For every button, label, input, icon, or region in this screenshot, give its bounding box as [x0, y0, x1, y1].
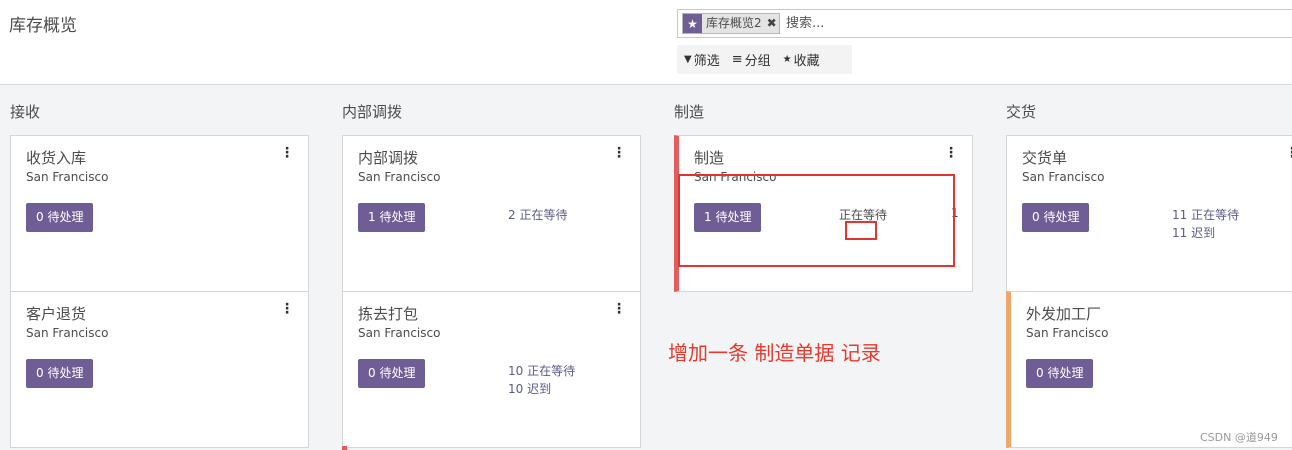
filter-label: 筛选	[693, 54, 720, 69]
favorites-button[interactable]: ★ 收藏	[776, 50, 825, 69]
card-accent-strip	[342, 446, 347, 450]
filter-icon: ▼	[684, 54, 692, 65]
search-input[interactable]	[786, 12, 1086, 35]
search-options: ▼ 筛选 ≡ 分组 ★ 收藏	[677, 45, 852, 74]
operation-card[interactable]: 外发加工厂 San Francisco ⋮ 0 待处理	[1006, 291, 1292, 448]
waiting-link[interactable]: 2 正在等待	[508, 206, 567, 223]
card-location: San Francisco	[26, 170, 109, 184]
card-title[interactable]: 客户退货	[26, 303, 86, 324]
search-bar[interactable]: ★ 库存概览2 ✖	[677, 9, 1292, 38]
kebab-menu-icon[interactable]: ⋮	[612, 301, 626, 317]
card-title[interactable]: 外发加工厂	[1026, 303, 1101, 324]
column-title-internal: 内部调拨	[342, 103, 403, 121]
search-facet[interactable]: ★ 库存概览2 ✖	[682, 13, 780, 34]
control-panel: 库存概览 ★ 库存概览2 ✖ ▼ 筛选 ≡ 分组 ★ 收藏	[0, 0, 1292, 85]
card-title[interactable]: 交货单	[1022, 147, 1067, 168]
kebab-menu-icon[interactable]: ⋮	[280, 301, 294, 317]
favorites-label: 收藏	[793, 54, 820, 69]
operation-card[interactable]: 交货单 San Francisco ⋮ 0 待处理 11 正在等待 11 迟到	[1006, 135, 1292, 292]
group-by-button[interactable]: ≡ 分组	[725, 50, 776, 69]
to-process-button[interactable]: 0 待处理	[26, 359, 94, 388]
kebab-menu-icon[interactable]: ⋮	[1285, 145, 1292, 161]
kebab-menu-icon[interactable]: ⋮	[280, 145, 294, 161]
operation-card[interactable]: 客户退货 San Francisco ⋮ 0 待处理	[10, 291, 309, 448]
card-location: San Francisco	[1026, 326, 1109, 340]
kebab-menu-icon[interactable]: ⋮	[944, 145, 958, 161]
to-process-button[interactable]: 0 待处理	[1026, 359, 1094, 388]
to-process-button[interactable]: 0 待处理	[26, 203, 94, 232]
card-title[interactable]: 内部调拨	[358, 147, 418, 168]
star-icon: ★	[782, 54, 792, 65]
late-link[interactable]: 11 迟到	[1172, 224, 1215, 241]
card-location: San Francisco	[1022, 170, 1105, 184]
star-icon: ★	[683, 14, 702, 33]
operation-card[interactable]: 拣去打包 San Francisco ⋮ 0 待处理 10 正在等待 10 迟到	[342, 291, 641, 448]
facet-close-icon[interactable]: ✖	[765, 14, 779, 33]
kebab-menu-icon[interactable]: ⋮	[612, 145, 626, 161]
column-title-delivery: 交货	[1006, 103, 1037, 121]
filter-button[interactable]: ▼ 筛选	[677, 50, 725, 69]
card-location: San Francisco	[26, 326, 109, 340]
card-title[interactable]: 制造	[694, 147, 724, 168]
card-location: San Francisco	[358, 326, 441, 340]
operation-card[interactable]: 收货入库 San Francisco ⋮ 0 待处理	[10, 135, 309, 292]
column-title-manufacturing: 制造	[674, 103, 705, 121]
card-title[interactable]: 收货入库	[26, 147, 86, 168]
operation-card[interactable]: 内部调拨 San Francisco ⋮ 1 待处理 2 正在等待	[342, 135, 641, 292]
waiting-link[interactable]: 11 正在等待	[1172, 206, 1239, 223]
waiting-link[interactable]: 10 正在等待	[508, 362, 575, 379]
card-location: San Francisco	[358, 170, 441, 184]
to-process-button[interactable]: 0 待处理	[1022, 203, 1090, 232]
list-icon: ≡	[731, 52, 743, 67]
card-title[interactable]: 拣去打包	[358, 303, 418, 324]
search-facet-label: 库存概览2	[706, 16, 762, 30]
to-process-button[interactable]: 1 待处理	[358, 203, 426, 232]
annotation-small-box	[845, 221, 877, 240]
annotation-text: 增加一条 制造单据 记录	[668, 341, 881, 365]
late-link[interactable]: 10 迟到	[508, 380, 551, 397]
page-title: 库存概览	[9, 16, 77, 36]
to-process-button[interactable]: 0 待处理	[358, 359, 426, 388]
column-title-receipts: 接收	[10, 103, 41, 121]
annotation-highlight-box	[678, 174, 955, 267]
group-by-label: 分组	[744, 54, 771, 69]
watermark: CSDN @道949	[1200, 431, 1278, 444]
